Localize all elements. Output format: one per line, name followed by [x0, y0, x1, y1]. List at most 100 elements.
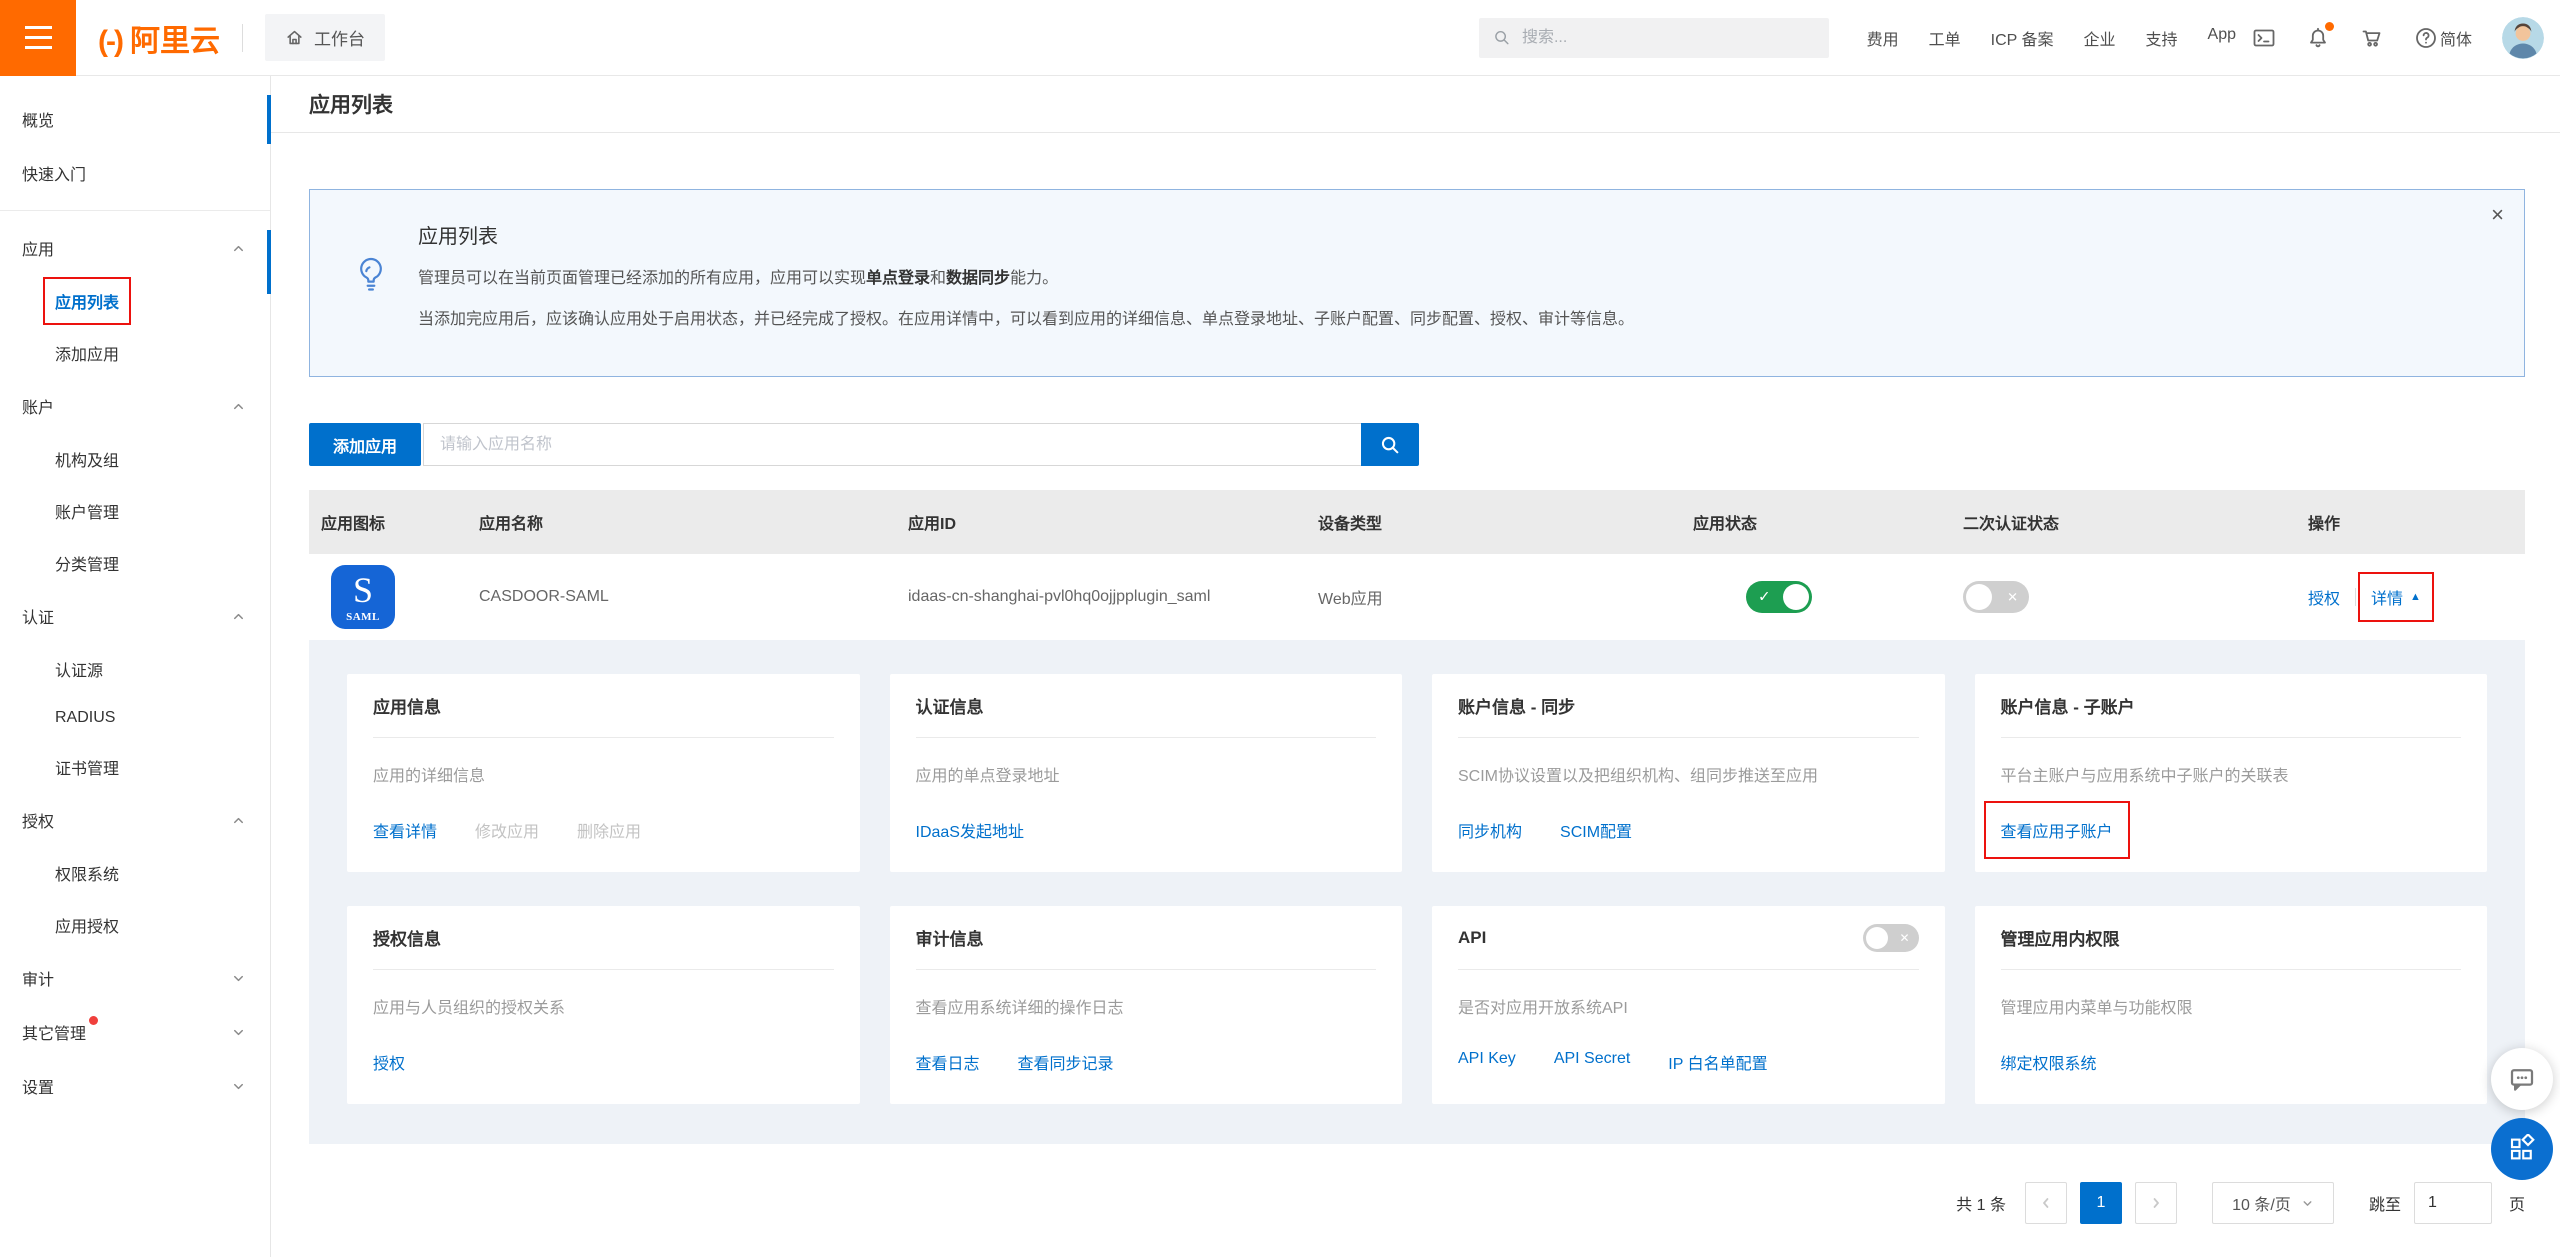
card-link-api-key[interactable]: API Key	[1458, 1050, 1516, 1074]
pagination-prev-button[interactable]	[2025, 1182, 2067, 1224]
pagination-next-button[interactable]	[2135, 1182, 2177, 1224]
caret-up-icon: ▲	[2410, 591, 2421, 603]
chevron-down-icon	[231, 1025, 246, 1040]
authorize-link[interactable]: 授权	[2308, 585, 2340, 609]
page-size-select[interactable]: 10 条/页	[2212, 1182, 2334, 1224]
card-account-subaccount: 账户信息 - 子账户平台主账户与应用系统中子账户的关联表查看应用子账户	[1975, 674, 2488, 872]
card-link-view-logs[interactable]: 查看日志	[916, 1050, 980, 1074]
table-header-app-status: 应用状态	[1681, 510, 1951, 534]
card-link-bind-permission-system[interactable]: 绑定权限系统	[2001, 1050, 2097, 1074]
card-link-api-secret[interactable]: API Secret	[1554, 1050, 1630, 1074]
card-link-view-details[interactable]: 查看详情	[373, 818, 437, 842]
sidebar-item-permission-systems[interactable]: 权限系统	[0, 847, 270, 899]
toggle-knob	[1966, 584, 1992, 610]
cell-app-name: CASDOOR-SAML	[467, 588, 896, 606]
sidebar-item-account-mgmt[interactable]: 账户管理	[0, 485, 270, 537]
sidebar-item-authn-sources[interactable]: 认证源	[0, 643, 270, 695]
pagination-page-1[interactable]: 1	[2080, 1182, 2122, 1224]
card-links: 同步机构 SCIM配置	[1458, 818, 1919, 842]
card-links: IDaaS发起地址	[916, 818, 1377, 842]
cell-mfa-status: ✕	[1951, 581, 2296, 613]
sidebar-item-app-authorization[interactable]: 应用授权	[0, 899, 270, 951]
card-title: 账户信息 - 子账户	[2001, 693, 2135, 718]
card-link-modify-app: 修改应用	[475, 818, 539, 842]
card-description: 管理应用内菜单与功能权限	[2001, 994, 2462, 1018]
app-status-toggle[interactable]: ✓	[1746, 581, 1812, 613]
app-name-search-input[interactable]	[423, 423, 1361, 466]
topnav-item-support[interactable]: 支持	[2146, 26, 2178, 50]
terminal-icon[interactable]	[2252, 26, 2276, 50]
help-icon[interactable]	[2414, 26, 2438, 50]
global-search-input[interactable]	[1520, 28, 1815, 48]
card-link-ip-whitelist[interactable]: IP 白名单配置	[1668, 1050, 1767, 1074]
sidebar-item-label: 机构及组	[55, 447, 119, 471]
banner-title: 应用列表	[418, 220, 1634, 249]
notification-bell-icon[interactable]	[2306, 26, 2330, 50]
topbar-icons	[2252, 26, 2438, 50]
sidebar-item-label: 审计	[22, 966, 54, 990]
app-search-button[interactable]	[1361, 423, 1419, 466]
topnav-item-expenses[interactable]: 费用	[1867, 26, 1899, 50]
sidebar-item-apps-group[interactable]: 应用	[0, 221, 270, 275]
sidebar-item-org-and-groups[interactable]: 机构及组	[0, 433, 270, 485]
sidebar-item-quick-start[interactable]: 快速入门	[0, 146, 270, 200]
card-app-info-header: 应用信息	[373, 674, 834, 738]
toggle-cross-icon: ✕	[2007, 591, 2018, 604]
table-header-actions: 操作	[2296, 510, 2525, 534]
card-api: API✕是否对应用开放系统APIAPI KeyAPI SecretIP 白名单配…	[1432, 906, 1945, 1104]
quick-apps-button[interactable]	[2491, 1118, 2553, 1180]
sidebar-item-category-mgmt[interactable]: 分类管理	[0, 537, 270, 589]
sidebar-item-app-list[interactable]: 应用列表	[0, 275, 270, 327]
sidebar-item-authn-group[interactable]: 认证	[0, 589, 270, 643]
sidebar-item-label: 账户管理	[55, 499, 119, 523]
sidebar-divider	[0, 210, 270, 211]
sidebar-item-accounts-group[interactable]: 账户	[0, 379, 270, 433]
hamburger-menu-icon[interactable]	[0, 0, 76, 76]
sidebar-item-audit-group[interactable]: 审计	[0, 951, 270, 1005]
feedback-chat-button[interactable]	[2491, 1048, 2553, 1110]
sidebar-item-cert-mgmt[interactable]: 证书管理	[0, 741, 270, 793]
mfa-status-toggle[interactable]: ✕	[1963, 581, 2029, 613]
card-description: 平台主账户与应用系统中子账户的关联表	[2001, 762, 2462, 786]
card-link-sync-org[interactable]: 同步机构	[1458, 818, 1522, 842]
card-link-view-sync-records[interactable]: 查看同步记录	[1018, 1050, 1114, 1074]
card-link-authorize[interactable]: 授权	[373, 1050, 405, 1074]
sidebar-item-settings-group[interactable]: 设置	[0, 1059, 270, 1113]
sidebar-item-add-app[interactable]: 添加应用	[0, 327, 270, 379]
cart-icon[interactable]	[2360, 26, 2384, 50]
card-link-scim-config[interactable]: SCIM配置	[1560, 818, 1632, 842]
topbar-divider	[242, 24, 243, 52]
sidebar-item-label: 权限系统	[55, 861, 119, 885]
card-links: 授权	[373, 1050, 834, 1074]
workbench-button[interactable]: 工作台	[265, 14, 385, 61]
device-type-value: Web应用	[1318, 585, 1383, 609]
toggle-knob	[1783, 584, 1809, 610]
sidebar-item-overview[interactable]: 概览	[0, 92, 270, 146]
sidebar-item-other-mgmt-group[interactable]: 其它管理	[0, 1005, 270, 1059]
card-account-sync: 账户信息 - 同步SCIM协议设置以及把组织机构、组同步推送至应用同步机构SCI…	[1432, 674, 1945, 872]
banner-close-icon[interactable]: ×	[2491, 204, 2504, 226]
app-icon-caption: SAML	[346, 611, 380, 623]
alibaba-cloud-logo[interactable]: (-) 阿里云	[98, 16, 220, 60]
card-title: 认证信息	[916, 693, 984, 718]
user-avatar[interactable]	[2502, 17, 2544, 59]
topnav-item-enterprise[interactable]: 企业	[2083, 26, 2115, 50]
sidebar-item-label: 添加应用	[55, 341, 119, 365]
card-links: API Key API Secret IP 白名单配置	[1458, 1050, 1919, 1074]
topnav-item-icp-filing[interactable]: ICP 备案	[1991, 26, 2054, 50]
list-toolbar: 添加应用	[309, 423, 2525, 466]
action-separator	[2355, 588, 2356, 606]
card-link-view-app-subaccounts[interactable]: 查看应用子账户	[2001, 818, 2113, 842]
sidebar-item-authz-group[interactable]: 授权	[0, 793, 270, 847]
topnav-item-tickets[interactable]: 工单	[1929, 26, 1961, 50]
topnav-item-app[interactable]: App	[2208, 26, 2236, 50]
sidebar-item-radius[interactable]: RADIUS	[0, 695, 270, 741]
locale-switcher[interactable]: 简体	[2440, 26, 2472, 50]
detail-link[interactable]: 详情 ▲	[2371, 585, 2421, 609]
api-open-toggle[interactable]: ✕	[1863, 924, 1919, 952]
add-app-button[interactable]: 添加应用	[309, 423, 421, 466]
jump-to-page-input[interactable]	[2414, 1182, 2492, 1224]
card-link-idaas-initiate-url[interactable]: IDaaS发起地址	[916, 818, 1024, 842]
chevron-up-icon	[231, 399, 246, 414]
chevron-down-icon	[2301, 1197, 2314, 1210]
